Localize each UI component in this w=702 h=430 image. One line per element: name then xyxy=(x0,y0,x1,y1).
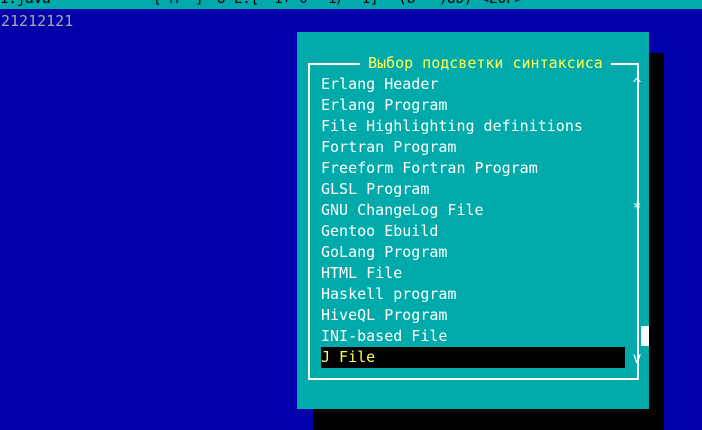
status-col: 8 L:[ xyxy=(217,0,259,9)
status-mode: [-M--] xyxy=(153,0,204,9)
list-item[interactable]: GNU ChangeLog File xyxy=(321,200,627,221)
status-offset: *(8 / xyxy=(390,0,449,9)
status-line-info: 1+ 0 xyxy=(274,0,308,9)
list-item[interactable]: GLSL Program xyxy=(321,179,627,200)
scroll-position-icon: * xyxy=(632,199,642,217)
list-item-selected[interactable]: J File xyxy=(321,347,625,368)
status-filename: 1.java xyxy=(0,0,51,9)
scroll-down-icon[interactable]: v xyxy=(632,348,642,369)
list-item[interactable]: Erlang Header xyxy=(321,74,627,95)
syntax-list[interactable]: Erlang Header Erlang Program File Highli… xyxy=(321,74,627,368)
list-item[interactable]: Gentoo Ebuild xyxy=(321,221,627,242)
list-item[interactable]: GoLang Program xyxy=(321,242,627,263)
status-bar: 1.java [-M--] 8 L:[ 1+ 0 1/ 1] *(8 / 8b)… xyxy=(0,0,702,9)
list-item[interactable]: File Highlighting definitions xyxy=(321,116,627,137)
list-item[interactable]: Fortran Program xyxy=(321,137,627,158)
list-item[interactable]: Freeform Fortran Program xyxy=(321,158,627,179)
list-item[interactable]: HTML File xyxy=(321,263,627,284)
list-item[interactable]: Haskell program xyxy=(321,284,627,305)
list-item[interactable]: INI-based File xyxy=(321,326,627,347)
status-size: 8b) <EOF> xyxy=(447,0,523,9)
list-item[interactable]: HiveQL Program xyxy=(321,305,627,326)
status-pos: 1/ 1] xyxy=(328,0,379,9)
scroll-up-icon[interactable]: ^ xyxy=(632,74,642,95)
scrollbar-thumb[interactable] xyxy=(641,326,649,346)
dialog-title: Выбор подсветки синтаксиса xyxy=(360,53,611,73)
list-item[interactable]: Erlang Program xyxy=(321,95,627,116)
editor-content[interactable]: 21212121 xyxy=(1,11,73,31)
